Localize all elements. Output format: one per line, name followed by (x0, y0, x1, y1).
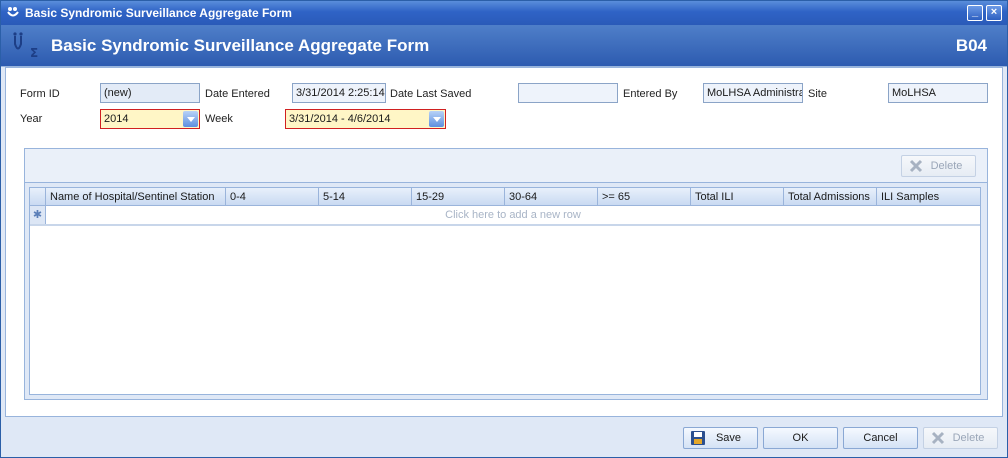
form-code: B04 (955, 36, 987, 55)
year-dropdown[interactable]: 2014 (100, 109, 200, 129)
grid-delete-button[interactable]: Delete (901, 155, 976, 177)
data-grid[interactable]: Name of Hospital/Sentinel Station 0-4 5-… (29, 187, 981, 395)
column-header[interactable]: ILI Samples (877, 188, 980, 206)
stethoscope-icon: Σ (7, 29, 43, 63)
footer-bar: Save OK Cancel Delete (1, 419, 1007, 457)
form-body: Form ID (new) Date Entered 3/31/2014 2:2… (5, 67, 1003, 417)
year-value: 2014 (104, 113, 129, 125)
new-row-star-icon: ✱ (30, 206, 46, 224)
save-button[interactable]: Save (683, 427, 758, 449)
delete-button[interactable]: Delete (923, 427, 998, 449)
column-header[interactable]: Name of Hospital/Sentinel Station (46, 188, 226, 206)
entered-by-label: Entered By (623, 88, 678, 100)
grid-header-row: Name of Hospital/Sentinel Station 0-4 5-… (30, 188, 980, 206)
grid-toolbar: Delete (25, 149, 987, 183)
column-header[interactable]: 5-14 (319, 188, 412, 206)
form-window: Basic Syndromic Surveillance Aggregate F… (0, 0, 1008, 458)
delete-x-icon (908, 159, 924, 173)
date-last-saved-label: Date Last Saved (390, 88, 472, 100)
column-header[interactable]: 0-4 (226, 188, 319, 206)
header-title: Basic Syndromic Surveillance Aggregate F… (51, 36, 430, 55)
chevron-down-icon[interactable] (429, 111, 444, 127)
save-label: Save (715, 432, 742, 444)
column-header[interactable]: Total Admissions (784, 188, 877, 206)
column-header[interactable]: 30-64 (505, 188, 598, 206)
week-label: Week (205, 113, 233, 125)
form-id-field: (new) (100, 83, 200, 103)
ok-button[interactable]: OK (763, 427, 838, 449)
year-label: Year (20, 113, 43, 125)
entered-by-field: MoLHSA Administra (703, 83, 803, 103)
site-field: MoLHSA (888, 83, 988, 103)
site-label: Site (808, 88, 827, 100)
minimize-button[interactable]: _ (967, 5, 983, 21)
column-header[interactable]: Total ILI (691, 188, 784, 206)
week-dropdown[interactable]: 3/31/2014 - 4/6/2014 (285, 109, 446, 129)
delete-x-icon (930, 431, 946, 445)
svg-text:Σ: Σ (30, 46, 38, 60)
form-id-label: Form ID (20, 88, 60, 100)
date-entered-label: Date Entered (205, 88, 270, 100)
date-entered-field: 3/31/2014 2:25:14 (292, 83, 386, 103)
column-header[interactable]: >= 65 (598, 188, 691, 206)
column-header[interactable]: 15-29 (412, 188, 505, 206)
new-row-hint[interactable]: Click here to add a new row (46, 206, 980, 224)
title-bar[interactable]: Basic Syndromic Surveillance Aggregate F… (1, 1, 1007, 25)
new-row[interactable]: ✱ Click here to add a new row (30, 206, 980, 226)
form-header: Σ Basic Syndromic Surveillance Aggregate… (1, 25, 1007, 67)
week-value: 3/31/2014 - 4/6/2014 (289, 113, 391, 125)
close-button[interactable]: × (986, 5, 1002, 21)
window-title: Basic Syndromic Surveillance Aggregate F… (25, 6, 292, 20)
row-indicator-header (30, 188, 46, 206)
cancel-button[interactable]: Cancel (843, 427, 918, 449)
grid-panel: Delete Name of Hospital/Sentinel Station… (24, 148, 988, 400)
floppy-disk-icon (690, 431, 706, 445)
date-last-saved-field (518, 83, 618, 103)
chevron-down-icon[interactable] (183, 111, 198, 127)
app-icon (5, 5, 21, 21)
